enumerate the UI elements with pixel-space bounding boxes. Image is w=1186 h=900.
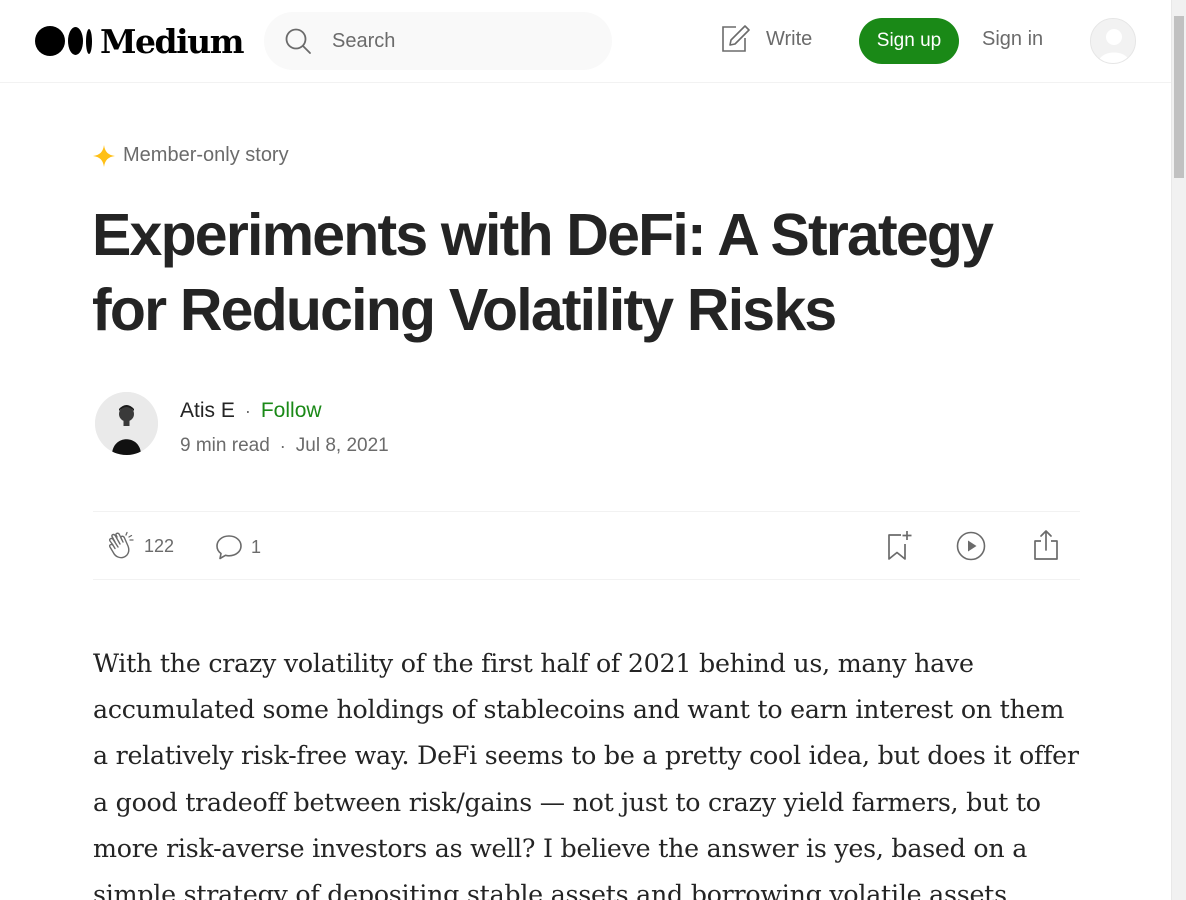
- signup-button[interactable]: Sign up: [859, 18, 959, 64]
- search-icon: [285, 28, 311, 54]
- write-button[interactable]: Write: [720, 24, 812, 54]
- article-meta: 9 min read · Jul 8, 2021: [180, 435, 389, 457]
- top-navbar: Medium Write Sign up Sign in: [0, 0, 1171, 83]
- bookmark-button[interactable]: [885, 530, 913, 562]
- listen-button[interactable]: [956, 531, 986, 561]
- member-only-badge: Member-only story: [93, 144, 289, 167]
- follow-button[interactable]: Follow: [261, 399, 322, 423]
- author-photo-icon: [95, 392, 158, 455]
- page-scrollbar[interactable]: [1171, 0, 1186, 900]
- signin-link[interactable]: Sign in: [982, 28, 1043, 51]
- write-label: Write: [766, 27, 813, 50]
- clap-button[interactable]: 122: [106, 531, 174, 561]
- comment-count: 1: [251, 536, 262, 557]
- separator-dot: ·: [279, 435, 286, 456]
- search-input[interactable]: [332, 29, 592, 53]
- bookmark-icon: [888, 531, 912, 560]
- clap-icon: [108, 531, 134, 559]
- clap-count: 122: [144, 535, 175, 556]
- article-title: Experiments with DeFi: A Strategy for Re…: [92, 202, 994, 343]
- user-avatar[interactable]: [1090, 18, 1136, 64]
- medium-logo-icon: [35, 26, 92, 56]
- author-line: Atis E · Follow: [180, 399, 322, 423]
- member-star-icon: [93, 144, 115, 167]
- author-avatar[interactable]: [95, 392, 158, 455]
- medium-logo[interactable]: Medium: [35, 21, 245, 61]
- write-icon: [722, 25, 750, 52]
- share-button[interactable]: [1033, 529, 1059, 561]
- user-avatar-icon: [1091, 19, 1135, 63]
- comments-button[interactable]: 1: [215, 533, 261, 561]
- comment-icon: [216, 535, 242, 560]
- article-action-bar: 122 1: [93, 511, 1080, 580]
- play-icon: [956, 531, 986, 561]
- search-bar[interactable]: [264, 12, 612, 70]
- logo-text: Medium: [100, 21, 245, 61]
- read-time: 9 min read: [180, 435, 270, 456]
- member-badge-label: Member-only story: [123, 144, 289, 166]
- scrollbar-thumb[interactable]: [1174, 16, 1184, 178]
- author-name[interactable]: Atis E: [180, 399, 235, 423]
- article-body-paragraph: With the crazy volatility of the first h…: [93, 649, 1079, 900]
- publish-date: Jul 8, 2021: [295, 435, 389, 456]
- share-icon: [1034, 530, 1058, 560]
- separator-dot: ·: [244, 400, 251, 421]
